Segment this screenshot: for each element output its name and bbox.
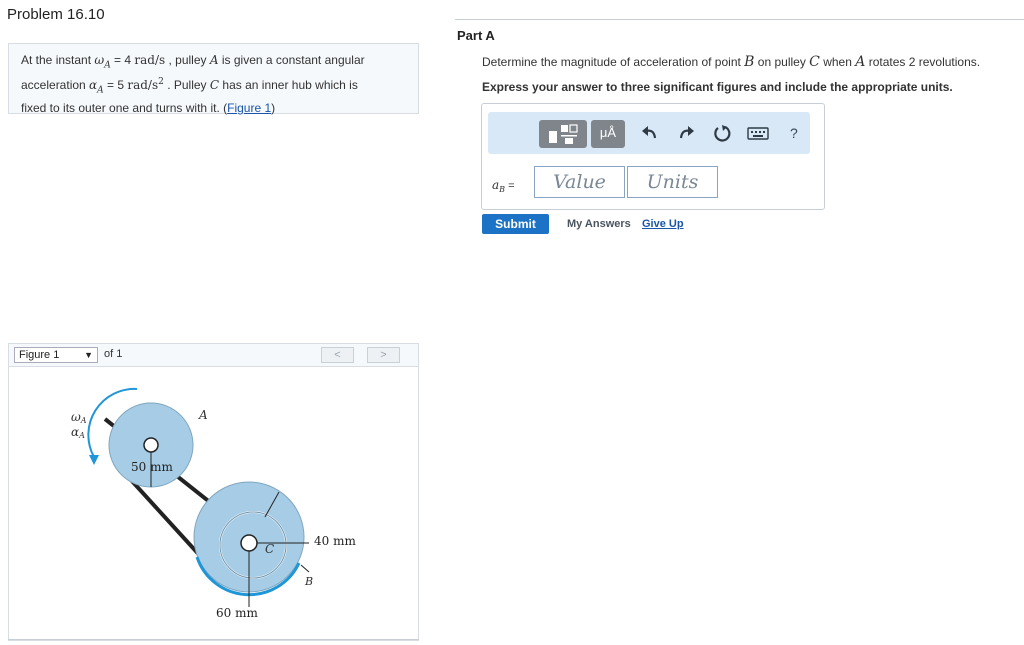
question-text: Determine the magnitude of acceleration … — [482, 55, 745, 69]
question-text: when — [819, 55, 856, 69]
point-b-symbol: B — [744, 54, 755, 70]
label-b: B — [304, 575, 313, 588]
label-a: A — [198, 408, 208, 422]
undo-icon[interactable] — [640, 123, 660, 143]
statement-text: fixed to its outer one and turns with it… — [21, 100, 228, 115]
dim-50-label: 50 mm — [131, 460, 173, 474]
templates-icon — [549, 124, 578, 144]
statement-text: . Pulley — [163, 78, 210, 93]
figure-link[interactable]: Figure 1 — [227, 101, 271, 115]
give-up-link[interactable]: Give Up — [642, 218, 684, 230]
dim-60-label: 60 mm — [216, 606, 258, 620]
figure-next-button[interactable]: > — [367, 347, 400, 363]
problem-statement: At the instant ωA = 4 rad/s , pulley A i… — [21, 52, 411, 117]
point-b-leader — [300, 564, 310, 573]
figure-nav-bar: Figure 1 ▼ of 1 < > — [8, 343, 419, 367]
statement-text: ) — [271, 100, 276, 115]
figure-select-value: Figure 1 — [19, 349, 60, 361]
unit-rad-s2: rad/s — [127, 78, 159, 93]
units-input[interactable]: Units — [627, 166, 718, 198]
help-icon[interactable]: ? — [790, 125, 798, 141]
equals-sign: = — [505, 180, 515, 192]
alpha-symbol: α — [89, 78, 98, 93]
omega-label: ωA — [71, 410, 87, 425]
pulley-a-symbol: A — [855, 54, 866, 70]
omega-symbol: ω — [94, 53, 105, 67]
dim-40-label: 40 mm — [314, 534, 356, 548]
answer-box: μÅ ? aB = Value Units — [481, 103, 825, 210]
my-answers-link[interactable]: My Answers — [567, 218, 631, 230]
figure-bottom-divider — [8, 639, 419, 640]
answer-instruction: Express your answer to three significant… — [482, 80, 953, 94]
problem-title: Problem 16.10 — [7, 6, 105, 23]
templates-button[interactable] — [539, 120, 587, 148]
figure-prev-button[interactable]: < — [321, 347, 354, 363]
unit-rad-s: rad/s — [134, 53, 166, 67]
question-text: rotates 2 revolutions. — [865, 55, 981, 69]
pulley-diagram: ωA αA A C B 50 mm 40 mm 60 mm — [71, 387, 356, 620]
figure-count: of 1 — [104, 348, 123, 360]
pulley-c-symbol: C — [809, 54, 820, 70]
question-text: on pulley — [754, 55, 810, 69]
statement-text: = 5 — [103, 78, 128, 93]
problem-statement-box: At the instant ωA = 4 rad/s , pulley A i… — [8, 43, 419, 117]
rotation-arrowhead-icon — [89, 455, 99, 465]
answer-toolbar: μÅ ? — [488, 112, 810, 154]
pulley-a-symbol: A — [209, 53, 219, 67]
redo-icon[interactable] — [676, 123, 696, 143]
dropdown-caret-icon: ▼ — [84, 350, 93, 360]
part-divider — [455, 19, 1024, 20]
pulley-a-hub — [143, 437, 159, 453]
label-c: C — [265, 542, 274, 556]
statement-text: = 4 — [110, 53, 135, 67]
statement-text: acceleration — [21, 78, 90, 93]
figure-select[interactable]: Figure 1 ▼ — [14, 347, 98, 363]
answer-variable-label: aB = — [492, 178, 515, 194]
pulley-c-symbol: C — [209, 78, 220, 93]
statement-text: is given a constant angular — [218, 53, 365, 67]
figure-panel: ωA αA A C B 50 mm 40 mm 60 mm — [8, 367, 419, 641]
units-button[interactable]: μÅ — [591, 120, 625, 148]
alpha-label: αA — [71, 425, 85, 440]
reset-icon[interactable] — [712, 123, 732, 143]
keyboard-icon[interactable] — [746, 123, 770, 143]
statement-text: At the instant — [21, 53, 95, 67]
part-label: Part A — [457, 28, 495, 43]
statement-text: has an inner hub which is — [219, 78, 358, 93]
statement-text: , pulley — [165, 53, 210, 67]
part-question: Determine the magnitude of acceleration … — [482, 54, 980, 70]
pulley-c-axle — [240, 534, 258, 552]
submit-button[interactable]: Submit — [482, 214, 549, 234]
value-input[interactable]: Value — [534, 166, 625, 198]
